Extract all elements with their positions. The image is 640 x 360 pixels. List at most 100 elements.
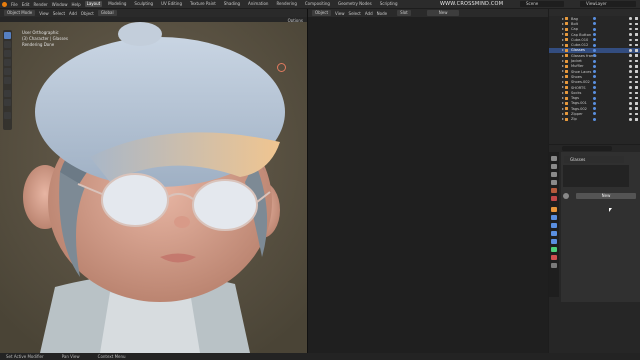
visibility-eye-icon[interactable] <box>629 54 632 57</box>
tool-tab-icon[interactable] <box>551 156 557 161</box>
expand-arrow-icon[interactable] <box>562 22 564 25</box>
menu-render[interactable]: Render <box>33 2 47 7</box>
tab-scripting[interactable]: Scripting <box>378 1 400 7</box>
properties-new-button[interactable]: New <box>576 193 636 199</box>
tab-rendering[interactable]: Rendering <box>274 1 298 7</box>
tab-geometry-nodes[interactable]: Geometry Nodes <box>336 1 374 7</box>
render-camera-icon[interactable] <box>635 22 638 26</box>
3d-viewport[interactable] <box>0 22 307 353</box>
mode-selector[interactable]: Object Mode <box>4 10 36 16</box>
scene-tab-icon[interactable] <box>551 188 557 193</box>
material-browse-icon[interactable] <box>563 193 569 199</box>
tab-layout[interactable]: Layout <box>84 1 103 7</box>
slot-selector[interactable]: Slot <box>397 10 411 16</box>
visibility-eye-icon[interactable] <box>629 38 632 42</box>
render-camera-icon[interactable] <box>635 107 638 110</box>
editor-menu-view[interactable]: View <box>335 11 345 16</box>
expand-arrow-icon[interactable] <box>562 107 564 110</box>
particles-tab-icon[interactable] <box>551 223 557 228</box>
output-tab-icon[interactable] <box>551 172 557 177</box>
render-camera-icon[interactable] <box>635 43 638 47</box>
viewport-menu-select[interactable]: Select <box>53 11 65 16</box>
expand-arrow-icon[interactable] <box>562 102 564 105</box>
visibility-eye-icon[interactable] <box>629 102 632 105</box>
visibility-eye-icon[interactable] <box>629 65 632 68</box>
editor-menu-add[interactable]: Add <box>365 11 373 16</box>
tab-compositing[interactable]: Compositing <box>303 1 332 7</box>
render-camera-icon[interactable] <box>635 112 638 116</box>
material-slot-list[interactable] <box>563 165 629 187</box>
render-camera-icon[interactable] <box>635 27 638 31</box>
visibility-eye-icon[interactable] <box>629 96 632 100</box>
scale-tool-icon[interactable] <box>4 68 11 75</box>
tab-uv-editing[interactable]: UV Editing <box>159 1 184 7</box>
measure-tool-icon[interactable] <box>4 99 11 106</box>
visibility-eye-icon[interactable] <box>629 27 632 31</box>
render-camera-icon[interactable] <box>635 38 638 42</box>
render-camera-icon[interactable] <box>635 118 638 121</box>
new-material-button[interactable]: New <box>426 10 460 16</box>
expand-arrow-icon[interactable] <box>562 49 564 52</box>
expand-arrow-icon[interactable] <box>562 54 564 57</box>
render-tab-icon[interactable] <box>551 164 557 169</box>
select-box-tool-icon[interactable] <box>4 32 11 39</box>
expand-arrow-icon[interactable] <box>562 75 564 78</box>
data-tab-icon[interactable] <box>551 247 557 252</box>
render-camera-icon[interactable] <box>635 17 638 20</box>
render-camera-icon[interactable] <box>635 70 638 73</box>
expand-arrow-icon[interactable] <box>562 81 564 84</box>
editor-menu-node[interactable]: Node <box>377 11 387 16</box>
tab-animation[interactable]: Animation <box>246 1 270 7</box>
menu-edit[interactable]: Edit <box>22 2 30 7</box>
expand-arrow-icon[interactable] <box>562 70 564 73</box>
tab-modeling[interactable]: Modeling <box>106 1 128 7</box>
menu-window[interactable]: Window <box>52 2 68 7</box>
viewport-menu-add[interactable]: Add <box>69 11 77 16</box>
visibility-eye-icon[interactable] <box>629 43 632 47</box>
render-camera-icon[interactable] <box>635 49 638 52</box>
expand-arrow-icon[interactable] <box>562 91 564 94</box>
visibility-eye-icon[interactable] <box>629 49 632 52</box>
cursor-tool-icon[interactable] <box>4 41 11 48</box>
add-cube-tool-icon[interactable] <box>4 112 11 119</box>
visibility-eye-icon[interactable] <box>629 59 632 63</box>
visibility-eye-icon[interactable] <box>629 107 632 110</box>
visibility-eye-icon[interactable] <box>629 80 632 84</box>
expand-arrow-icon[interactable] <box>562 33 564 36</box>
visibility-eye-icon[interactable] <box>629 33 632 36</box>
annotate-tool-icon[interactable] <box>4 90 11 97</box>
render-camera-icon[interactable] <box>635 59 638 63</box>
expand-arrow-icon[interactable] <box>562 112 564 115</box>
expand-arrow-icon[interactable] <box>562 96 564 99</box>
world-tab-icon[interactable] <box>551 196 557 201</box>
object-tab-icon[interactable] <box>551 207 557 212</box>
move-tool-icon[interactable] <box>4 50 11 57</box>
render-camera-icon[interactable] <box>635 54 638 57</box>
visibility-eye-icon[interactable] <box>629 17 632 20</box>
editor-type-selector[interactable]: Object <box>312 10 332 16</box>
visibility-eye-icon[interactable] <box>629 86 632 89</box>
view-layer-selector[interactable]: ViewLayer <box>580 1 636 7</box>
modifier-tab-icon[interactable] <box>551 215 557 220</box>
viewport-menu-object[interactable]: Object <box>81 11 94 16</box>
expand-arrow-icon[interactable] <box>562 65 564 68</box>
outliner-item[interactable]: Zip <box>549 117 640 122</box>
render-camera-icon[interactable] <box>635 102 638 105</box>
physics-tab-icon[interactable] <box>551 231 557 236</box>
tab-texture-paint[interactable]: Texture Paint <box>188 1 218 7</box>
tab-sculpting[interactable]: Sculpting <box>132 1 155 7</box>
rotate-tool-icon[interactable] <box>4 59 11 66</box>
render-camera-icon[interactable] <box>635 65 638 68</box>
constraints-tab-icon[interactable] <box>551 239 557 244</box>
menu-file[interactable]: File <box>11 2 18 7</box>
shader-editor-canvas[interactable] <box>308 17 548 353</box>
visibility-eye-icon[interactable] <box>629 22 632 26</box>
render-camera-icon[interactable] <box>635 75 638 79</box>
texture-tab-icon[interactable] <box>551 263 557 268</box>
render-camera-icon[interactable] <box>635 86 638 89</box>
render-camera-icon[interactable] <box>635 96 638 100</box>
render-camera-icon[interactable] <box>635 33 638 36</box>
transform-tool-icon[interactable] <box>4 77 11 84</box>
expand-arrow-icon[interactable] <box>562 86 564 89</box>
expand-arrow-icon[interactable] <box>562 17 564 20</box>
